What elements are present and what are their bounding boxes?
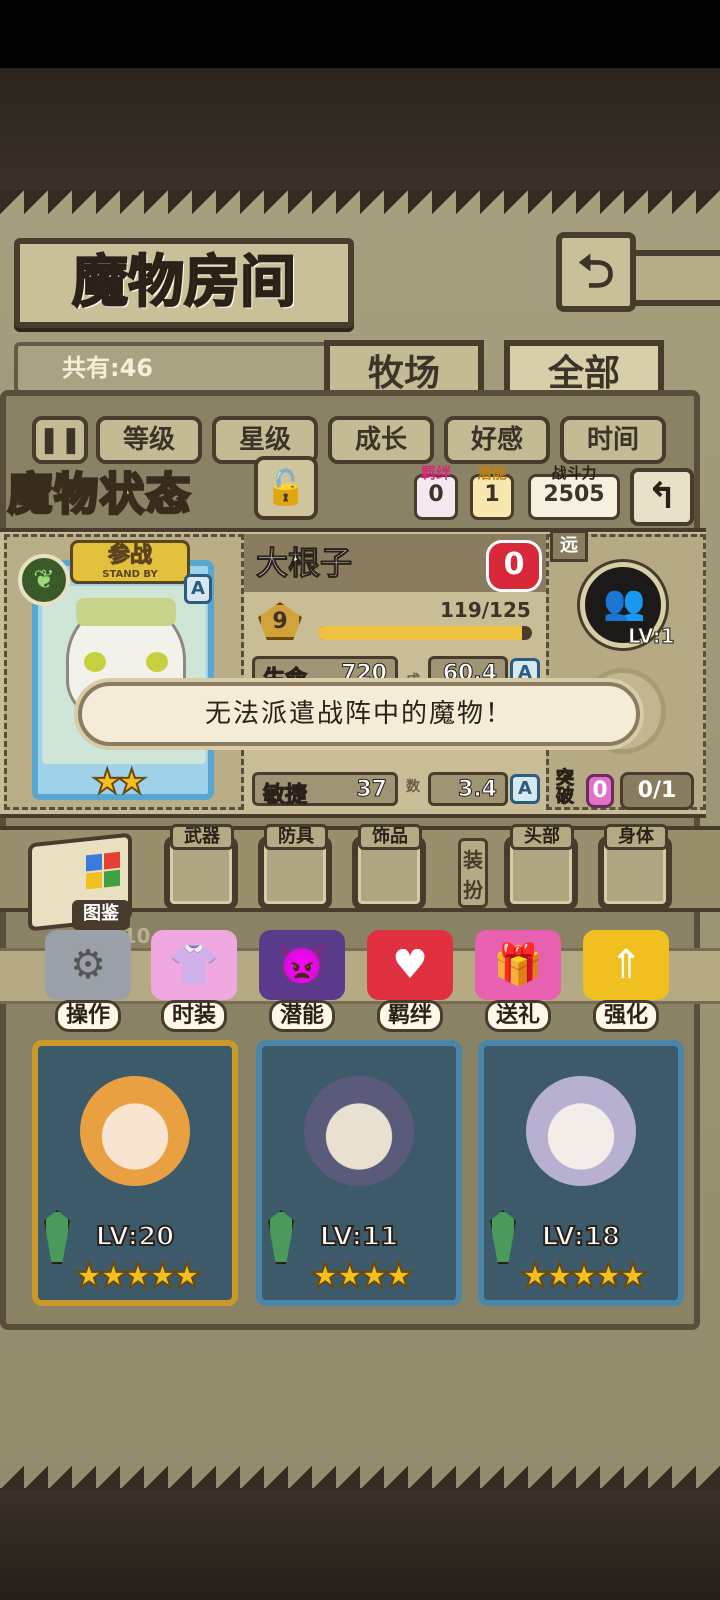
monster-portrait [526,1076,636,1186]
action-label: 潜能 [268,1000,335,1032]
coef-row-agility: 3.4 [428,772,508,806]
status-section-title: 魔物状态 [7,468,192,522]
torn-edge-bottom [0,1466,720,1490]
monster-card-stars: ★★★★★ [519,1255,649,1297]
coef-value: 3.4 [458,777,498,803]
pause-icon: ❚❚ [38,425,82,455]
action-fashion-button[interactable]: 👚 时装 [146,930,242,1034]
break-label: 突破 [556,768,575,807]
monster-eyes [84,652,168,672]
upgrade-arrows-icon: ⇑ [583,930,669,1000]
monster-card-level: LV:11 [319,1221,400,1253]
formation-silhouette-icon: 👥 [603,583,646,623]
rank-badge: A [184,574,212,604]
stat-label: 敏捷 [262,783,308,809]
monster-portrait [80,1076,190,1186]
monster-card-level: LV:20 [95,1221,176,1253]
power-value: 2505 [543,482,605,507]
element-badge: ❦ [18,554,70,606]
power-badge: 战斗力 2505 [528,465,620,520]
potential-badge: 潜能 1 [470,465,514,520]
page-title-text: 魔物房间 [71,249,297,316]
monster-card[interactable]: LV:11 ★★★★ [256,1040,462,1306]
codex-label[interactable]: 图鉴 [72,900,130,930]
exp-text: 119/125 [440,598,531,622]
affection-heart-icon: 0 [486,540,542,592]
action-gift-button[interactable]: 🎁 送礼 [470,930,566,1034]
formation-level: LV:1 [627,624,675,649]
collection-count: 共有:46 [14,342,344,394]
action-bond-button[interactable]: ♥ 羁绊 [362,930,458,1034]
sort-affection-button[interactable]: 好感 [444,416,550,464]
wood-border-top [0,68,720,190]
dress-label: 装扮 [458,838,488,908]
padlock-icon: 🔓 [264,468,308,508]
action-label: 强化 [592,1000,659,1032]
action-label: 时装 [160,1000,227,1032]
slot-label: 饰品 [358,824,422,850]
monster-stars: ★★ [91,761,148,803]
clothing-icon: 👚 [151,930,237,1000]
slot-label: 防具 [264,824,328,850]
lock-button[interactable]: 🔓 [254,456,318,520]
action-label: 操作 [54,1000,121,1032]
status-back-button[interactable]: ↰ [630,468,694,526]
power-label: 战斗力 [551,464,597,482]
hearts-icon: ♥ [367,930,453,1000]
return-arrow-icon: ⮌ [577,244,615,298]
bond-badge: 羁绊 0 [414,465,458,520]
sort-growth-button[interactable]: 成长 [328,416,434,464]
return-arrow-icon: ↰ [646,476,678,517]
exp-bar-fill [318,626,522,640]
header-back-bar [628,250,720,306]
monster-leaf-hat [76,598,176,626]
exp-bar [318,626,532,640]
slot-label: 身体 [604,824,668,850]
standby-label: 参战 [107,543,152,569]
stat-row-agility: 敏捷 37 [252,772,398,809]
wood-border-bottom [0,1488,720,1600]
page-title: 魔物房间 [14,238,354,328]
sort-level-button[interactable]: 等级 [96,416,202,464]
action-enhance-button[interactable]: ⇑ 强化 [578,930,674,1034]
monster-card[interactable]: LV:18 ★★★★★ [478,1040,684,1306]
slot-label: 头部 [510,824,574,850]
range-badge: 远 [550,530,588,562]
gear-icon: ⚙ [45,930,131,1000]
gift-icon: 🎁 [475,930,561,1000]
break-value: 0 [586,774,614,808]
bond-value: 0 [428,482,444,507]
monster-card[interactable]: LV:20 ★★★★★ [32,1040,238,1306]
action-label: 送礼 [484,1000,551,1032]
action-label: 羁绊 [376,1000,443,1032]
bond-label: 羁绊 [420,464,451,482]
sort-toggle-button[interactable]: ❚❚ [32,416,88,464]
standby-sub: STAND BY [102,569,158,580]
potential-value: 1 [484,482,500,507]
action-potential-button[interactable]: 👿 潜能 [254,930,350,1034]
monster-card-stars: ★★★★★ [73,1255,203,1297]
leaf-icon: ❦ [33,565,55,595]
monster-name: 大根子 [255,544,353,583]
grade-badge: A [510,774,540,804]
slot-label: 武器 [170,824,234,850]
potential-label: 潜能 [476,464,507,482]
monster-card-level: LV:18 [541,1221,622,1253]
action-operate-button[interactable]: ⚙ 操作 [40,930,136,1034]
monster-portrait [304,1076,414,1186]
torn-edge-top [0,190,720,214]
stat-value: 37 [356,777,388,803]
header-back-button[interactable]: ⮌ [556,232,636,312]
break-progress: 0/1 [620,772,694,810]
monster-card-stars: ★★★★ [309,1255,415,1297]
standby-badge: 参战 STAND BY [70,540,190,584]
sort-time-button[interactable]: 时间 [560,416,666,464]
coef-label-bottom: 数 [406,779,420,795]
toast-message: 无法派遣战阵中的魔物！ [78,682,640,746]
demon-icon: 👿 [259,930,345,1000]
